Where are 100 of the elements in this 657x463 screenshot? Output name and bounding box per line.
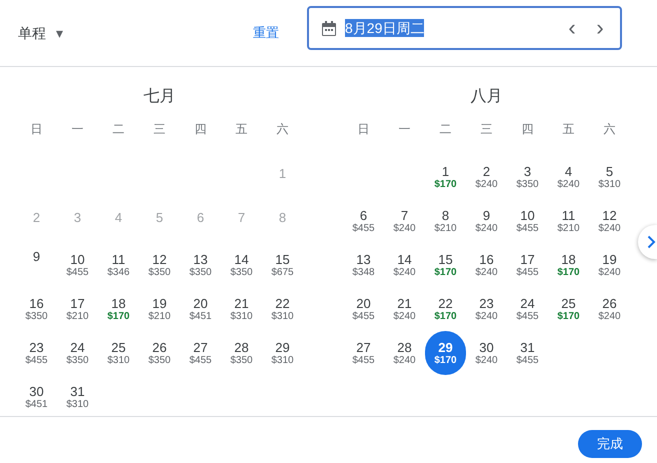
calendar-date[interactable]: 21 $240 (384, 291, 424, 327)
price-label: $170 (557, 310, 580, 322)
calendar-date[interactable]: 10 $455 (508, 203, 548, 239)
calendar-date[interactable]: 12 $240 (590, 203, 630, 239)
previous-date-button[interactable]: ‹ (558, 14, 586, 42)
price-label: $170 (557, 266, 580, 278)
calendar-date[interactable]: 16 $350 (16, 291, 56, 327)
calendar-date[interactable]: 28 $350 (222, 335, 262, 371)
calendar-date[interactable]: 28 $240 (384, 335, 424, 371)
price-label: $310 (66, 398, 89, 410)
calendar-date[interactable]: 14 $350 (222, 247, 262, 283)
calendar-date[interactable]: 27 $455 (180, 335, 220, 371)
calendar-date[interactable]: 20 $455 (344, 291, 384, 327)
calendar-date[interactable]: 5 $310 (590, 159, 630, 195)
weekday-label: 日 (30, 122, 42, 136)
calendar-date[interactable]: 6 $455 (344, 203, 384, 239)
calendar-date[interactable]: 18 $170 (98, 291, 138, 327)
calendar-date[interactable]: 16 $240 (466, 247, 506, 283)
weekday-label: 三 (480, 122, 492, 136)
calendar-date[interactable]: 4 $240 (548, 159, 588, 195)
calendar-date[interactable]: 17 $455 (508, 247, 548, 283)
calendar-date[interactable]: 23 $240 (466, 291, 506, 327)
chevron-right-icon (647, 235, 656, 249)
done-button[interactable]: 完成 (578, 430, 642, 458)
calendar-date[interactable]: 22 $170 (426, 291, 466, 327)
calendar-date[interactable]: 1 $170 (426, 159, 466, 195)
calendar-date[interactable]: 11 $210 (548, 203, 588, 239)
past-date: 6 (196, 209, 204, 228)
price-label: $350 (189, 266, 212, 278)
calendar-date[interactable]: 30 $451 (16, 379, 56, 415)
calendar-date[interactable]: 14 $240 (384, 247, 424, 283)
calendar-date[interactable]: 25 $170 (548, 291, 588, 327)
date-field[interactable]: 8月29日周二 ‹ › (307, 6, 622, 50)
price-label: $170 (434, 310, 457, 322)
price-label: $170 (434, 178, 457, 190)
calendar-date[interactable]: 12 $350 (140, 247, 180, 283)
calendar-date[interactable]: 24 $455 (508, 291, 548, 327)
price-label: $455 (189, 354, 212, 366)
weekday-label: 五 (562, 122, 574, 136)
calendar-date[interactable]: 20 $451 (180, 291, 220, 327)
calendar-date[interactable]: 11 $346 (98, 247, 138, 283)
price-label: $170 (107, 310, 130, 322)
calendar-date[interactable]: 15 $675 (262, 247, 302, 283)
selected-date[interactable]: 29 $170 (425, 331, 466, 375)
price-label: $675 (271, 266, 294, 278)
calendar-date[interactable]: 17 $210 (58, 291, 98, 327)
next-month-button[interactable] (638, 225, 657, 259)
calendar-date[interactable]: 13 $350 (180, 247, 220, 283)
price-label: $451 (189, 310, 212, 322)
calendar-date[interactable]: 13 $348 (344, 247, 384, 283)
calendar-date[interactable]: 29 $310 (262, 335, 302, 371)
calendar-date[interactable]: 21 $310 (222, 291, 262, 327)
price-label: $240 (598, 266, 621, 278)
calendar-date[interactable]: 24 $350 (58, 335, 98, 371)
calendar-date[interactable]: 2 $240 (466, 159, 506, 195)
calendar-date[interactable]: 31 $310 (58, 379, 98, 415)
calendar-date[interactable]: 23 $455 (16, 335, 56, 371)
price-label: $350 (516, 178, 539, 190)
price-label: $455 (516, 310, 539, 322)
price-label: $240 (598, 222, 621, 234)
weekday-label: 五 (236, 122, 248, 136)
weekday-label: 二 (440, 122, 452, 136)
calendar-date[interactable]: 26 $240 (590, 291, 630, 327)
weekday-label: 一 (398, 122, 410, 136)
calendar-date[interactable]: 15 $170 (426, 247, 466, 283)
next-date-button[interactable]: › (586, 14, 614, 42)
price-label: $310 (107, 354, 130, 366)
past-date: 1 (278, 165, 286, 184)
calendar-date[interactable]: 18 $170 (548, 247, 588, 283)
calendar-date[interactable]: 9 (16, 247, 56, 283)
weekday-label: 二 (112, 122, 124, 136)
calendar-date[interactable]: 26 $350 (140, 335, 180, 371)
calendar-date[interactable]: 9 $240 (466, 203, 506, 239)
calendar-date[interactable]: 7 $240 (384, 203, 424, 239)
calendar-date[interactable]: 31 $455 (508, 335, 548, 371)
calendar-date[interactable]: 30 $240 (466, 335, 506, 371)
calendar-date[interactable]: 3 $350 (508, 159, 548, 195)
calendar-date[interactable]: 8 $210 (426, 203, 466, 239)
calendar-date[interactable]: 25 $310 (98, 335, 138, 371)
calendar-date[interactable]: 10 $455 (58, 247, 98, 283)
month-title: 七月 (144, 88, 176, 105)
calendar-date[interactable]: 22 $310 (262, 291, 302, 327)
price-label: $455 (352, 222, 375, 234)
trip-type-dropdown[interactable]: 单程 ▾ (8, 15, 73, 51)
price-label: $240 (393, 266, 416, 278)
past-date: 3 (74, 209, 82, 228)
calendar-date[interactable]: 19 $240 (590, 247, 630, 283)
calendar-icon (321, 20, 337, 36)
price-label: $455 (516, 354, 539, 366)
price-label: $455 (516, 222, 539, 234)
price-label: $350 (25, 310, 48, 322)
price-label: $346 (107, 266, 130, 278)
price-label: $455 (25, 354, 48, 366)
reset-button[interactable]: 重置 (247, 15, 285, 51)
calendar-date[interactable]: 27 $455 (344, 335, 384, 371)
calendar-date[interactable]: 19 $210 (140, 291, 180, 327)
price-label: $240 (475, 222, 498, 234)
price-label: $240 (393, 310, 416, 322)
price-label: $310 (230, 310, 253, 322)
price-label: $170 (434, 354, 457, 366)
